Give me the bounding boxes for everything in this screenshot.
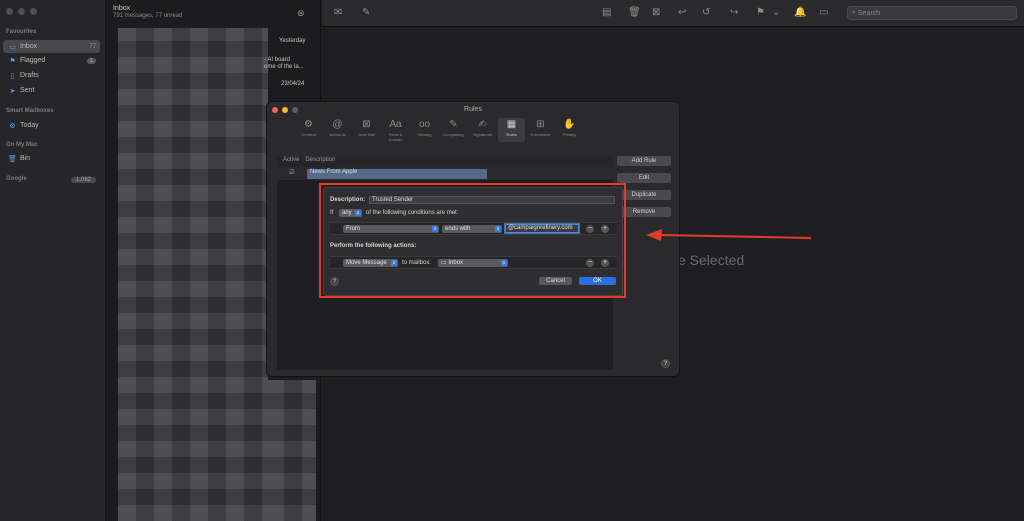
tab-accounts[interactable]: @ Accounts [324,118,351,142]
tab-junk-mail[interactable]: ⊠ Junk Mail [353,118,380,142]
mailbox-sidebar: Favourites ▭ Inbox 77 ⚑ Flagged 1 ▯ Draf… [0,0,106,521]
message-snippet: ome of the la... [264,64,304,70]
preferences-tabs: ⚙ General @ Accounts ⊠ Junk Mail Aa Fonts & … [295,118,583,142]
flagged-badge: 1 [86,57,96,64]
chevron-down-icon[interactable]: ⌄ [772,7,780,18]
add-rule-button[interactable]: Add Rule [617,156,671,166]
tab-composing[interactable]: ✎ Composing [440,118,467,142]
junk-icon: ⊠ [362,119,371,130]
sidebar-item-inbox[interactable]: ▭ Inbox 77 [3,40,100,53]
no-message-selected-text: e Selected [678,252,745,268]
sidebar-item-bin[interactable]: 🗑 Bin [3,152,100,165]
unread-badge: 77 [89,43,96,50]
edit-icon[interactable]: ✎ [362,7,370,18]
trash-icon[interactable]: 🗑 [628,7,641,18]
signature-icon: ✍ [478,119,487,130]
message-snippet: - AI board [264,57,291,63]
tab-privacy[interactable]: ✋ Privacy [556,118,583,142]
help-button[interactable]: ? [661,359,670,368]
extensions-icon: ⊞ [536,119,545,130]
reply-icon[interactable]: ↩ [678,7,686,18]
sidebar-item-sent[interactable]: ➤ Sent [3,84,100,97]
date-label: 23/04/24 [281,81,305,87]
compose-icon[interactable]: ✉ [334,7,342,18]
sidebar-item-flagged[interactable]: ⚑ Flagged 1 [3,54,100,67]
window-controls [6,8,37,15]
archive-icon[interactable]: ▤ [602,7,611,18]
section-favourites: Favourites [6,29,37,35]
junk-icon[interactable]: ⊠ [652,7,660,18]
at-icon: @ [332,119,343,130]
tab-rules[interactable]: ▦ Rules [498,118,525,142]
rule-description: News From Apple [307,169,487,179]
close-window-button[interactable] [6,8,13,15]
reply-all-icon[interactable]: ↺ [702,7,710,18]
forward-icon[interactable]: ↪ [730,7,738,18]
table-row[interactable]: ☑ News From Apple [277,169,613,179]
tab-signatures[interactable]: ✍ Signatures [469,118,496,142]
paperplane-icon: ➤ [9,87,16,95]
active-checkbox[interactable]: ☑ [277,169,307,179]
flag-icon[interactable]: ⚑ [756,7,765,18]
section-on-my-mac: On My Mac [6,142,38,148]
list-header: Inbox 791 messages, 77 unread [113,5,182,19]
rules-table-header: Active Description [277,157,613,167]
font-icon: Aa [389,119,402,130]
document-icon: ▯ [10,72,15,80]
filter-icon[interactable]: ⊜ [297,8,305,19]
sidebar-item-label: Today [20,122,39,129]
mail-toolbar: ✉ ✎ ▤ 🗑 ⊠ ↩ ↺ ↪ ⚑ ⌄ 🔔 ▭ ⌕ Search [322,0,1024,27]
sidebar-item-today[interactable]: ⚙ Today [3,119,100,132]
hand-icon: ✋ [563,119,576,130]
zoom-window-button[interactable] [30,8,37,15]
tab-general[interactable]: ⚙ General [295,118,322,142]
section-smart-mailboxes: Smart Mailboxes [6,108,54,114]
date-label: Yesterday [279,38,306,44]
mailbox-title: Inbox [113,5,131,12]
blurred-messages [118,28,268,521]
tab-fonts-colours[interactable]: Aa Fonts & Colours [382,118,409,142]
bell-icon[interactable]: 🔔 [794,7,806,18]
google-count-badge: 1,062 [70,176,96,183]
folder-icon[interactable]: ▭ [819,7,828,18]
tab-extensions[interactable]: ⊞ Extensions [527,118,554,142]
col-description: Description [305,157,336,163]
rules-icon: ▦ [506,119,517,130]
gear-icon: ⚙ [9,122,16,130]
sidebar-item-label: Inbox [20,43,38,50]
sidebar-item-label: Sent [20,87,35,94]
inbox-icon: ▭ [9,43,16,51]
highlight-box [319,183,626,298]
rules-title: Rules [464,106,482,113]
sidebar-item-label: Flagged [20,57,46,64]
trash-icon: 🗑 [8,155,17,163]
search-field[interactable]: ⌕ Search [847,6,1017,20]
sidebar-item-label: Drafts [20,72,39,79]
pencil-icon: ✎ [449,119,458,130]
tab-viewing[interactable]: oo Viewing [411,118,438,142]
mail-app-window: Favourites ▭ Inbox 77 ⚑ Flagged 1 ▯ Draf… [0,0,1024,521]
blurred-messages [266,380,316,521]
sidebar-item-drafts[interactable]: ▯ Drafts [3,69,100,82]
mailbox-count: 791 messages, 77 unread [113,13,183,19]
flag-icon: ⚑ [9,57,16,65]
sidebar-item-label: Bin [20,155,31,162]
minimize-window-button[interactable] [18,8,25,15]
search-placeholder: Search [857,9,881,17]
google-account-row: 1,062 [3,173,100,186]
glasses-icon: oo [418,119,431,130]
col-active: Active [283,157,300,163]
gear-icon: ⚙ [304,119,313,130]
annotation-arrow-icon [646,229,812,241]
edit-rule-button[interactable]: Edit [617,173,671,183]
